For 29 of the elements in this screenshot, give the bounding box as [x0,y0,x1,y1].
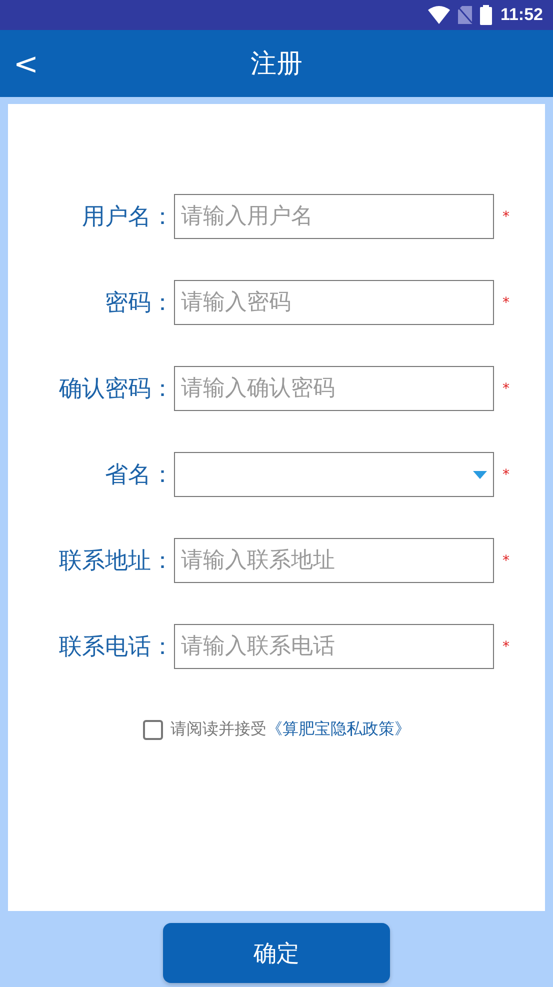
field-label: 联系地址： [59,547,174,576]
input-field[interactable]: 请输入联系电话 [174,624,494,669]
confirm-button[interactable]: 确定 [163,923,390,983]
input-field[interactable]: 请输入密码 [174,280,494,325]
agree-checkbox[interactable] [142,720,162,740]
required-mark: * [502,638,510,654]
required-mark: * [502,294,510,310]
wifi-icon [428,6,450,24]
field-label: 用户名： [82,203,174,232]
province-select[interactable] [174,452,494,497]
page-title: 注册 [250,48,302,81]
status-time: 11:52 [500,5,543,25]
required-mark: * [502,466,510,482]
input-field[interactable]: 请输入确认密码 [174,366,494,411]
back-button[interactable]: < [10,44,42,84]
field-label: 省名： [105,461,174,490]
field-label: 联系电话： [59,633,174,662]
no-sim-icon [458,6,472,24]
input-field[interactable]: 请输入联系地址 [174,538,494,583]
battery-icon [480,5,492,25]
required-mark: * [502,208,510,224]
field-label: 确认密码： [59,375,174,404]
privacy-policy-link[interactable]: 《算肥宝隐私政策》 [266,719,410,738]
required-mark: * [502,380,510,396]
dropdown-caret-icon [473,470,487,478]
input-field[interactable]: 请输入用户名 [174,194,494,239]
field-label: 密码： [105,289,174,318]
agreement-text: 请阅读并接受《算肥宝隐私政策》 [170,719,410,740]
required-mark: * [502,552,510,568]
